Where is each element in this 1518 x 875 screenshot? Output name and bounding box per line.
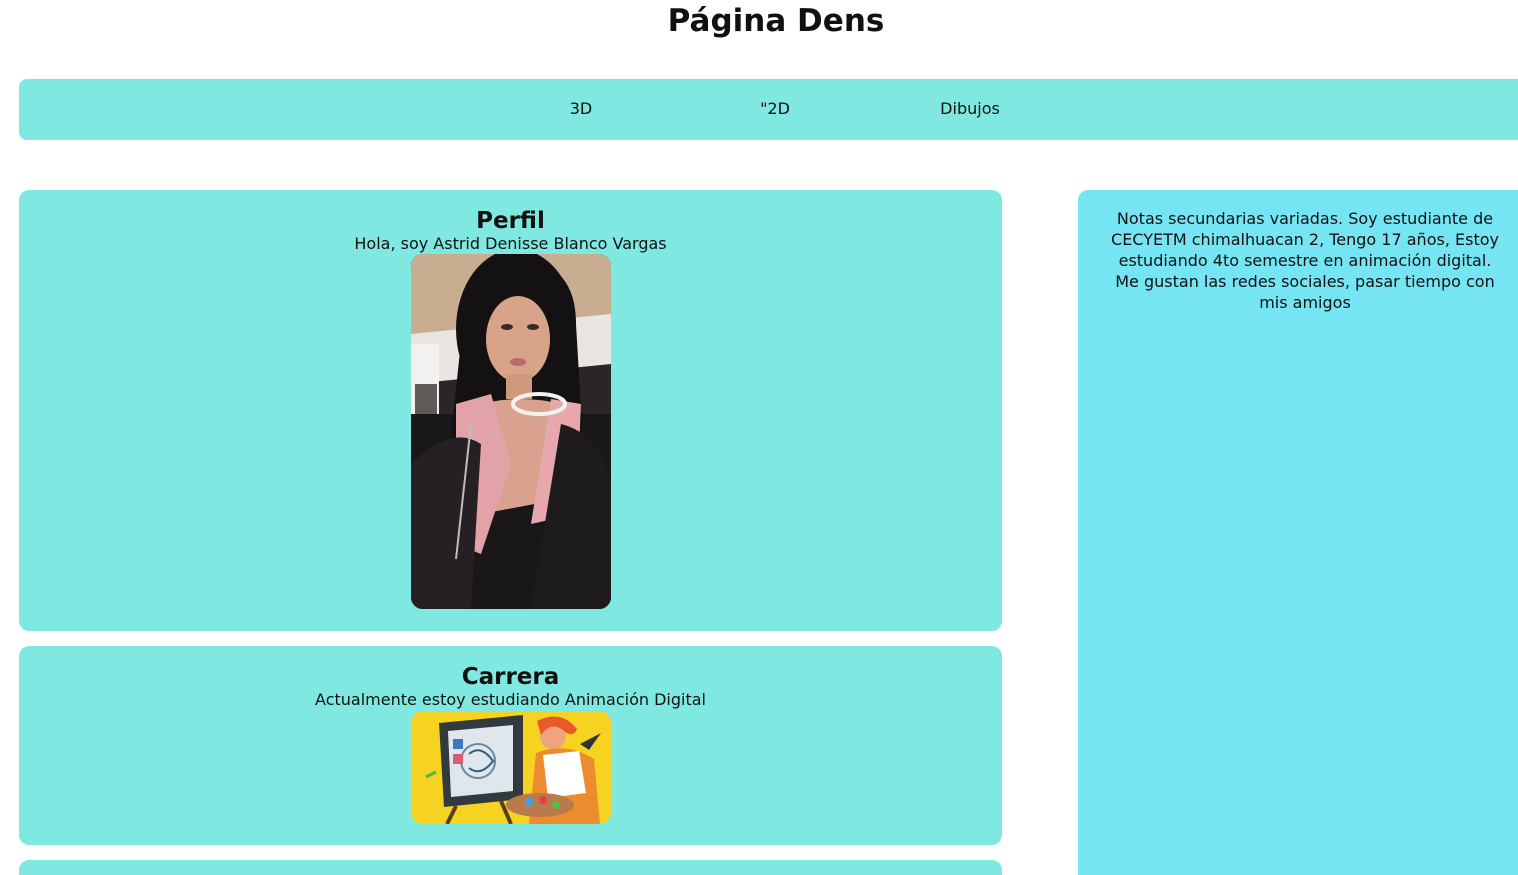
career-card: Carrera Actualmente estoy estudiando Ani… bbox=[19, 646, 1002, 845]
career-subtitle: Actualmente estoy estudiando Animación D… bbox=[315, 690, 706, 709]
additional-card bbox=[19, 860, 1002, 875]
profile-card: Perfil Hola, soy Astrid Denisse Blanco V… bbox=[19, 190, 1002, 631]
page-title: Página Dens bbox=[667, 3, 885, 39]
career-title: Carrera bbox=[461, 664, 560, 690]
nav-link-2d[interactable]: "2D bbox=[760, 99, 790, 119]
profile-subtitle: Hola, soy Astrid Denisse Blanco Vargas bbox=[354, 234, 667, 253]
main-nav: 3D "2D Dibujos bbox=[19, 79, 1518, 140]
sidebar-notes-text: Notas secundarias variadas. Soy estudian… bbox=[1111, 209, 1499, 312]
profile-photo bbox=[410, 254, 611, 609]
profile-title: Perfil bbox=[476, 208, 545, 234]
animation-illustration bbox=[410, 711, 611, 824]
sidebar-notes: Notas secundarias variadas. Soy estudian… bbox=[1078, 190, 1518, 875]
page: Página Dens 3D "2D Dibujos Perfil Hola, … bbox=[0, 0, 1518, 875]
nav-link-3d[interactable]: 3D bbox=[570, 99, 593, 119]
nav-link-dibujos[interactable]: Dibujos bbox=[940, 99, 1000, 119]
